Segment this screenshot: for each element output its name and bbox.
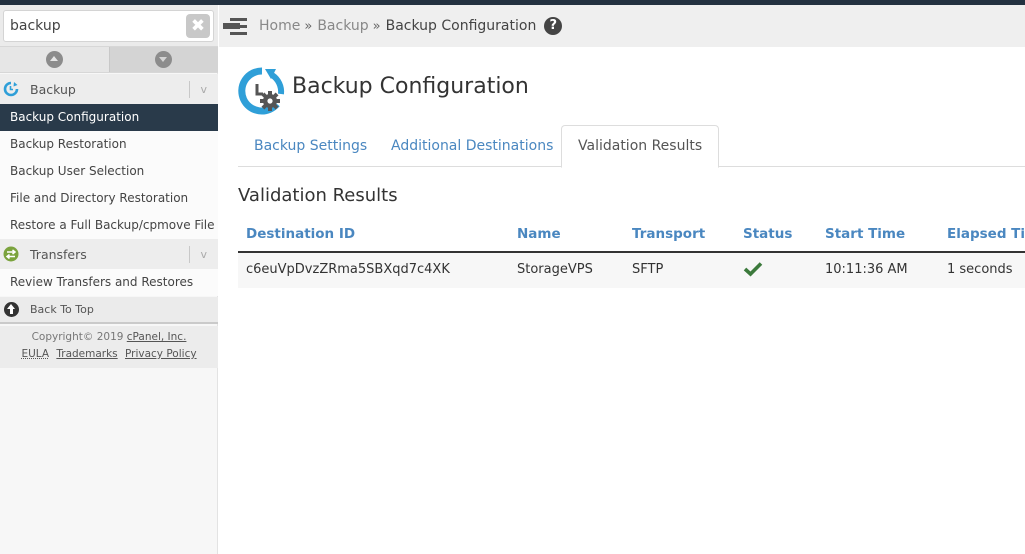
tab-backup-settings[interactable]: Backup Settings bbox=[238, 125, 383, 167]
close-icon: ✖ bbox=[190, 16, 206, 36]
sidebar-item-restore-full-backup[interactable]: Restore a Full Backup/cpmove File bbox=[0, 212, 218, 239]
menu-collapse-button[interactable] bbox=[223, 15, 249, 37]
sidebar-category-label: Transfers bbox=[30, 246, 87, 262]
validation-results-table: Destination ID Name Transport Status Sta… bbox=[238, 220, 1025, 288]
trademarks-link[interactable]: Trademarks bbox=[56, 348, 117, 360]
cell-transport: SFTP bbox=[632, 262, 664, 277]
divider bbox=[189, 245, 191, 263]
back-to-top-button[interactable]: Back To Top bbox=[0, 297, 218, 324]
breadcrumb-separator: » bbox=[304, 18, 313, 34]
column-header-transport[interactable]: Transport bbox=[632, 226, 705, 242]
sidebar-footer: Copyright© 2019 cPanel, Inc. EULA Tradem… bbox=[0, 326, 218, 368]
circle-up-icon bbox=[45, 51, 63, 68]
cpanel-link[interactable]: cPanel, Inc. bbox=[127, 331, 187, 343]
tab-additional-destinations[interactable]: Additional Destinations bbox=[375, 125, 569, 167]
clear-search-button[interactable]: ✖ bbox=[186, 14, 210, 38]
sidebar-search: ✖ bbox=[0, 5, 218, 46]
circle-down-icon bbox=[155, 51, 173, 68]
tab-validation-results[interactable]: Validation Results bbox=[561, 125, 720, 168]
check-icon bbox=[743, 262, 763, 277]
sidebar-item-file-directory-restoration[interactable]: File and Directory Restoration bbox=[0, 185, 218, 212]
search-input[interactable] bbox=[3, 10, 214, 42]
transfers-icon bbox=[3, 246, 19, 262]
table-row: c6euVpDvzZRma5SBXqd7c4XK StorageVPS SFTP… bbox=[238, 253, 1025, 288]
breadcrumb-home[interactable]: Home bbox=[259, 18, 300, 34]
back-to-top-label: Back To Top bbox=[30, 303, 94, 316]
column-header-elapsed-time[interactable]: Elapsed Time bbox=[947, 226, 1025, 242]
sidebar-category-label: Backup bbox=[30, 81, 76, 97]
backup-configuration-icon bbox=[238, 67, 285, 115]
sidebar-item-backup-user-selection[interactable]: Backup User Selection bbox=[0, 158, 218, 185]
sidebar-item-backup-restoration[interactable]: Backup Restoration bbox=[0, 131, 218, 158]
tab-bar: Backup Settings Additional Destinations … bbox=[238, 125, 1025, 168]
eula-link[interactable]: EULA bbox=[21, 348, 49, 360]
chevron-down-icon[interactable]: v bbox=[200, 248, 207, 261]
section-title: Validation Results bbox=[238, 185, 398, 206]
sidebar: ✖ Backup v Backup Configuration Backup R… bbox=[0, 5, 218, 554]
table-header: Destination ID Name Transport Status Sta… bbox=[238, 220, 1025, 253]
column-header-status[interactable]: Status bbox=[743, 226, 792, 242]
breadcrumb: Home » Backup » Backup Configuration ? bbox=[259, 17, 563, 35]
help-icon[interactable]: ? bbox=[544, 17, 563, 35]
cell-name: StorageVPS bbox=[517, 262, 593, 277]
cell-destination-id: c6euVpDvzZRma5SBXqd7c4XK bbox=[246, 262, 450, 277]
cell-start-time: 10:11:36 AM bbox=[825, 262, 908, 277]
column-header-destination-id[interactable]: Destination ID bbox=[246, 226, 355, 242]
sidebar-item-backup-configuration[interactable]: Backup Configuration bbox=[0, 104, 218, 131]
cell-elapsed-time: 1 seconds bbox=[947, 262, 1013, 277]
breadcrumb-current: Backup Configuration bbox=[385, 18, 537, 34]
breadcrumb-bar: Home » Backup » Backup Configuration ? bbox=[219, 5, 1025, 47]
sidebar-category-transfers[interactable]: Transfers v bbox=[0, 239, 218, 270]
sidebar-category-backup[interactable]: Backup v bbox=[0, 74, 218, 105]
sidebar-scroll-controls bbox=[0, 46, 218, 73]
arrow-up-icon bbox=[4, 302, 19, 317]
scroll-up-button[interactable] bbox=[0, 47, 109, 72]
scroll-down-button[interactable] bbox=[108, 47, 218, 72]
column-header-start-time[interactable]: Start Time bbox=[825, 226, 905, 242]
backup-icon bbox=[3, 81, 19, 97]
chevron-down-icon[interactable]: v bbox=[200, 83, 207, 96]
column-header-name[interactable]: Name bbox=[517, 226, 561, 242]
breadcrumb-separator: » bbox=[372, 18, 381, 34]
sidebar-item-review-transfers[interactable]: Review Transfers and Restores bbox=[0, 269, 218, 296]
page-title: Backup Configuration bbox=[292, 74, 529, 99]
copyright-text: Copyright© 2019 bbox=[31, 331, 124, 343]
divider bbox=[189, 80, 191, 98]
breadcrumb-backup[interactable]: Backup bbox=[317, 18, 368, 34]
privacy-policy-link[interactable]: Privacy Policy bbox=[125, 348, 197, 360]
